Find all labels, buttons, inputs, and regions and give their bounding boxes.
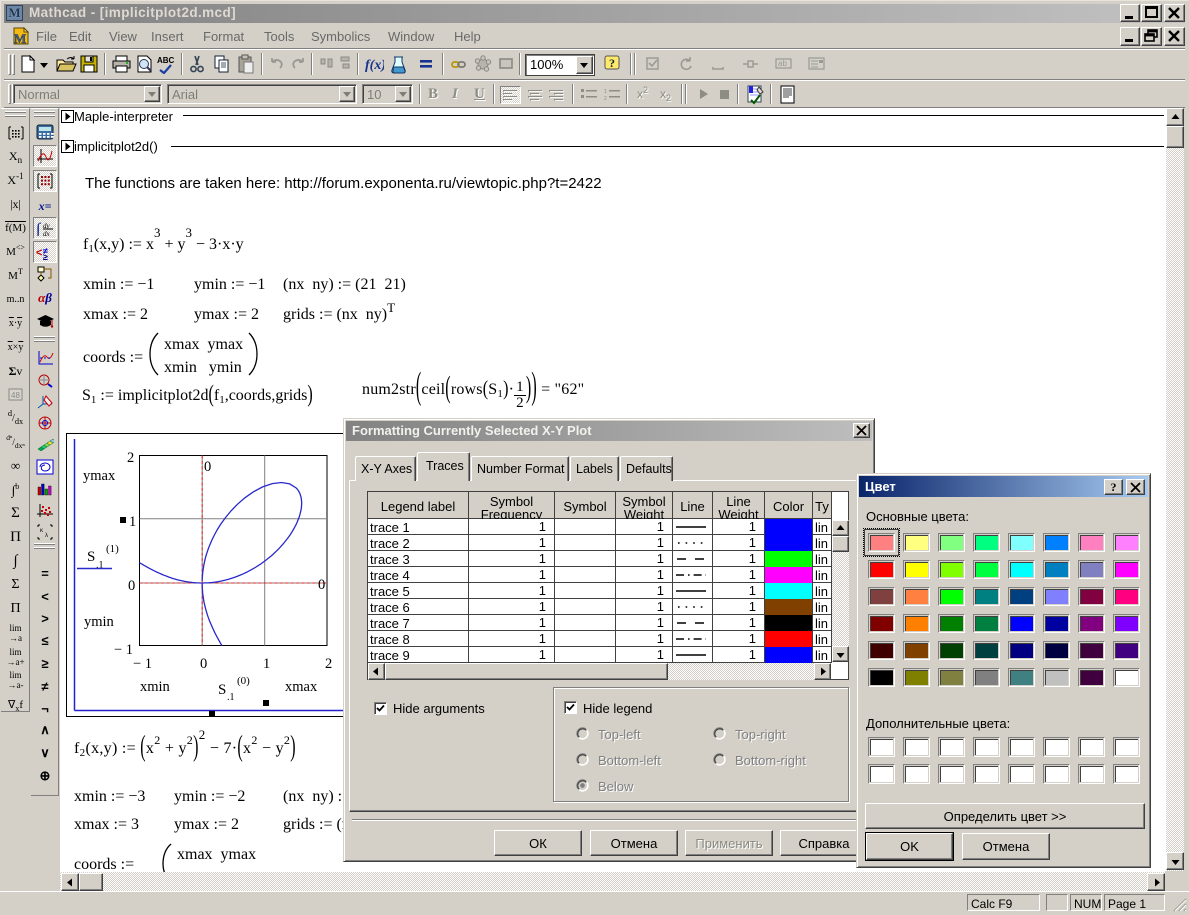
svg-text:(1): (1): [106, 543, 119, 555]
svg-text:≥: ≥: [43, 252, 48, 260]
svg-text:S: S: [218, 682, 226, 698]
svg-text:2: 2: [325, 656, 332, 672]
svg-text:1: 1: [129, 514, 136, 530]
svg-text:0: 0: [204, 459, 211, 475]
svg-text:xmin: xmin: [140, 679, 171, 695]
svg-text:κ: κ: [40, 528, 44, 534]
svg-text:S: S: [87, 549, 95, 565]
svg-text:48: 48: [11, 391, 20, 400]
svg-text:− 1: − 1: [114, 642, 133, 658]
svg-text:0: 0: [128, 578, 135, 594]
svg-text:f(x): f(x): [365, 58, 384, 73]
svg-text:?: ?: [609, 56, 615, 70]
svg-text:M: M: [14, 31, 26, 45]
svg-text:1: 1: [604, 89, 607, 95]
svg-text:1: 1: [263, 656, 270, 672]
svg-text:.1: .1: [96, 560, 104, 571]
svg-text:0: 0: [318, 577, 325, 593]
svg-text:<: <: [36, 247, 42, 259]
svg-text:xmax: xmax: [285, 679, 318, 695]
svg-text:λ: λ: [45, 533, 48, 539]
svg-text:− 1: − 1: [133, 656, 152, 672]
svg-text:dx: dx: [43, 230, 51, 236]
svg-text:ymax: ymax: [83, 468, 116, 484]
svg-text:∫: ∫: [36, 221, 42, 236]
svg-text:2: 2: [127, 450, 134, 466]
svg-text:ab: ab: [778, 59, 787, 68]
svg-text:(0): (0): [237, 675, 250, 687]
svg-text:2: 2: [604, 96, 607, 102]
svg-text:0: 0: [200, 656, 207, 672]
svg-text:ymin: ymin: [84, 614, 115, 630]
svg-text:ABC: ABC: [157, 56, 175, 65]
svg-text:.1: .1: [227, 692, 235, 703]
